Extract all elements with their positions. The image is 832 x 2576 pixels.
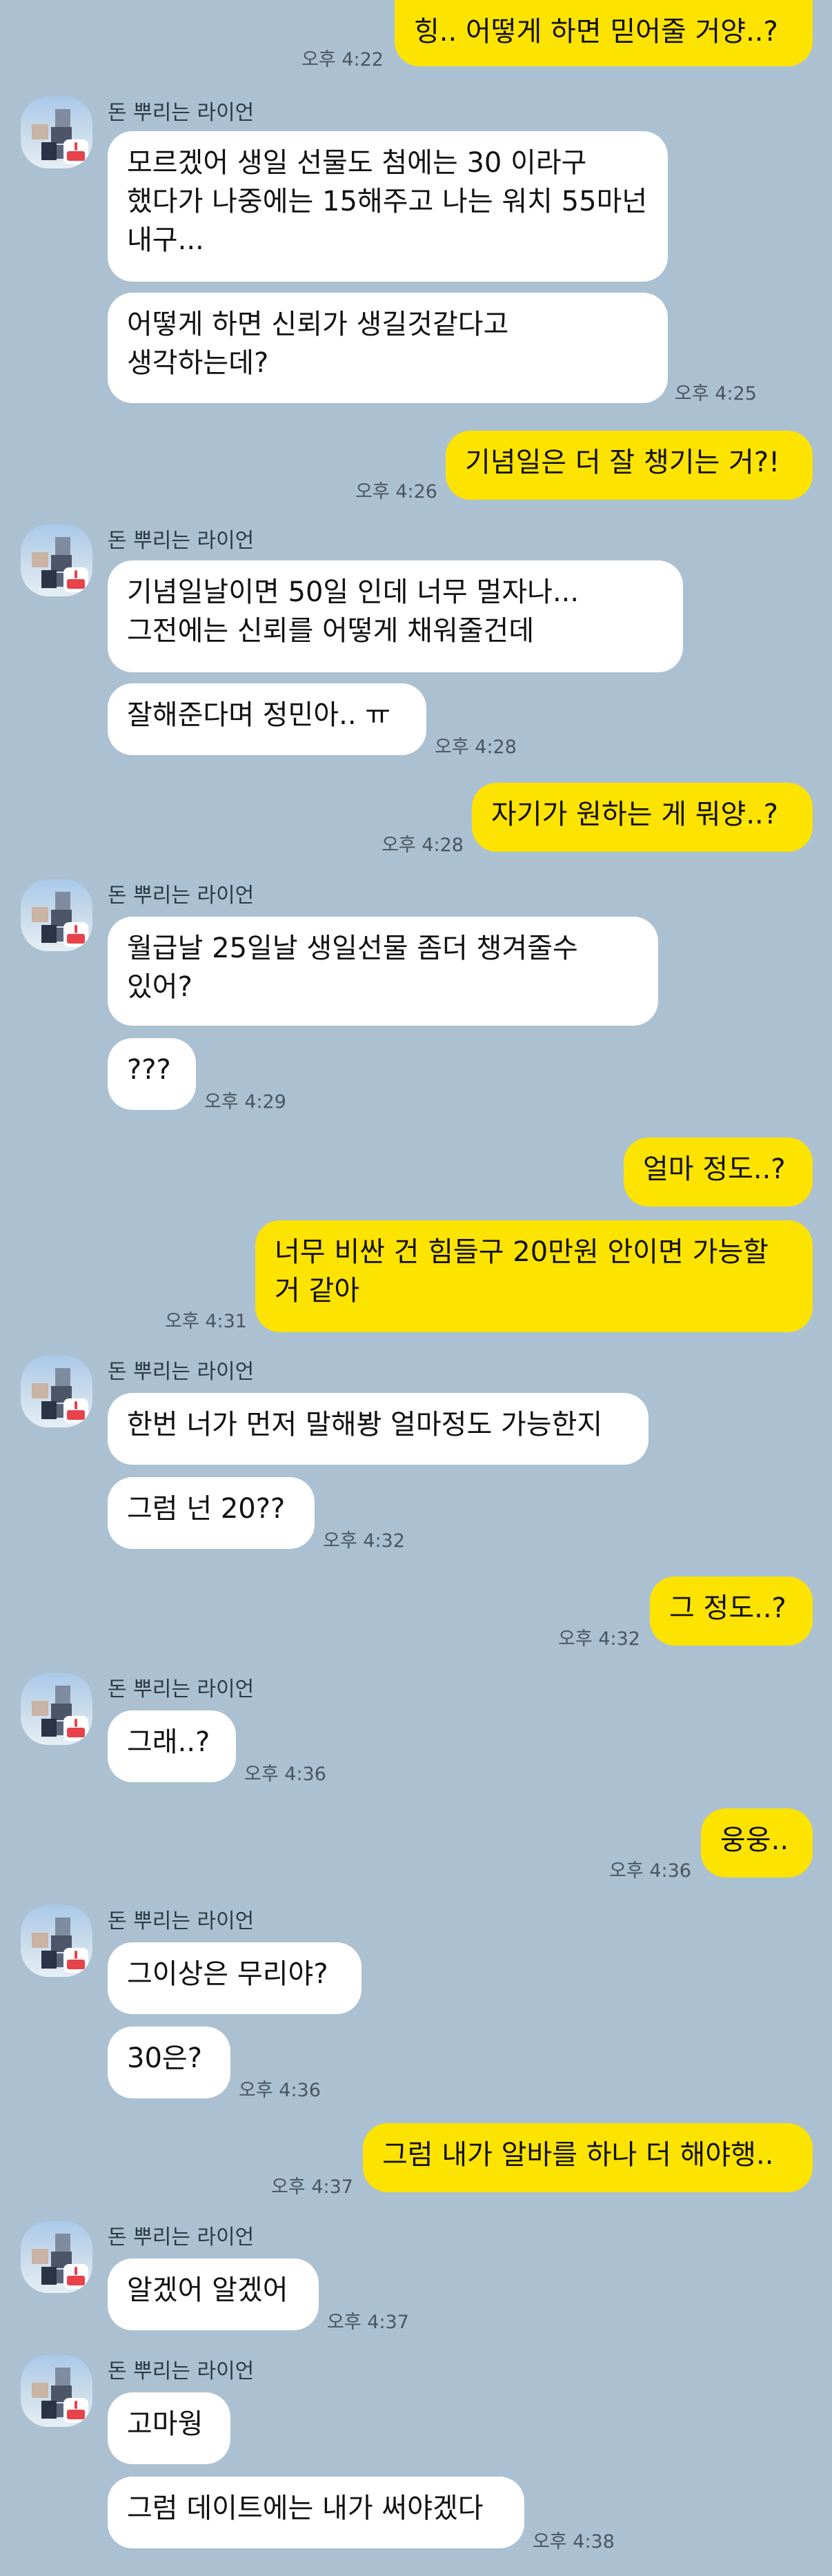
chat-area[interactable]: 힝.. 어떻게 하면 믿어줄 거양..? 오후 4:22 돈 뿌리는 라이언 모… <box>0 0 832 2576</box>
contact-name: 돈 뿌리는 라이언 <box>108 1677 255 1701</box>
message-time: 오후 4:38 <box>533 2531 615 2553</box>
cake-icon <box>63 1948 88 1973</box>
message-time: 오후 4:31 <box>165 1311 247 1332</box>
contact-name: 돈 뿌리는 라이언 <box>108 1360 255 1384</box>
message-time: 오후 4:32 <box>558 1628 640 1650</box>
contact-name: 돈 뿌리는 라이언 <box>108 1909 255 1933</box>
cake-icon <box>63 567 88 592</box>
message-time: 오후 4:28 <box>435 736 517 758</box>
message-time: 오후 4:36 <box>609 1860 691 1882</box>
contact-avatar[interactable] <box>21 97 92 168</box>
contact-avatar[interactable] <box>21 879 92 951</box>
their-message-bubble[interactable]: ??? <box>108 1038 196 1110</box>
contact-avatar[interactable] <box>21 2221 92 2293</box>
contact-name: 돈 뿌리는 라이언 <box>108 2225 255 2250</box>
cake-icon <box>63 1398 88 1423</box>
their-message-bubble[interactable]: 어떻게 하면 신뢰가 생길것같다고 생각하는데? <box>108 293 668 403</box>
my-message-bubble[interactable]: 얼마 정도..? <box>624 1138 813 1207</box>
their-message-bubble[interactable]: 모르겠어 생일 선물도 첨에는 30 이라구 했다가 나중에는 15해주고 나는… <box>108 131 668 282</box>
message-time: 오후 4:25 <box>675 383 757 404</box>
cake-icon <box>63 2264 88 2289</box>
my-message-bubble[interactable]: 너무 비싼 건 힘들구 20만원 안이면 가능할 거 같아 <box>255 1220 813 1332</box>
their-message-bubble[interactable]: 월급날 25일날 생일선물 좀더 챙겨줄수 있어? <box>108 917 658 1026</box>
their-message-bubble[interactable]: 알겠어 알겠어 <box>108 2258 319 2330</box>
their-message-bubble[interactable]: 그이상은 무리야? <box>108 1942 361 2014</box>
message-time: 오후 4:37 <box>271 2176 353 2198</box>
their-message-bubble[interactable]: 잘해준다며 정민아.. ㅠ <box>108 683 426 755</box>
my-message-bubble[interactable]: 그럼 내가 알바를 하나 더 해야행.. <box>363 2123 813 2192</box>
message-time: 오후 4:36 <box>244 1764 326 1785</box>
cake-icon <box>63 922 88 947</box>
message-time: 오후 4:36 <box>239 2080 321 2101</box>
their-message-bubble[interactable]: 30은? <box>108 2027 230 2098</box>
cake-icon <box>63 139 88 164</box>
contact-avatar[interactable] <box>21 1356 92 1427</box>
my-message-bubble[interactable]: 자기가 원하는 게 뭐양..? <box>472 783 813 852</box>
contact-avatar[interactable] <box>21 525 92 596</box>
my-message-bubble[interactable]: 그 정도..? <box>650 1577 813 1646</box>
contact-name: 돈 뿌리는 라이언 <box>108 2359 255 2383</box>
their-message-bubble[interactable]: 그럼 데이트에는 내가 써야겠다 <box>108 2477 524 2548</box>
contact-name: 돈 뿌리는 라이언 <box>108 529 255 553</box>
message-time: 오후 4:29 <box>204 1091 286 1113</box>
cake-icon <box>63 2398 88 2423</box>
their-message-bubble[interactable]: 기념일날이면 50일 인데 너무 멀자나... 그전에는 신뢰를 어떻게 채워줄… <box>108 560 683 672</box>
contact-avatar[interactable] <box>21 1673 92 1745</box>
message-time: 오후 4:28 <box>382 835 464 856</box>
contact-name: 돈 뿌리는 라이언 <box>108 884 255 908</box>
their-message-bubble[interactable]: 그래..? <box>108 1710 236 1782</box>
their-message-bubble[interactable]: 고마웡 <box>108 2392 230 2464</box>
message-time: 오후 4:32 <box>323 1530 405 1552</box>
my-message-bubble[interactable]: 기념일은 더 잘 챙기는 거?! <box>446 431 813 500</box>
my-message-bubble[interactable]: 웅웅.. <box>701 1808 813 1877</box>
message-time: 오후 4:26 <box>355 481 437 502</box>
cake-icon <box>63 1716 88 1741</box>
contact-avatar[interactable] <box>21 2355 92 2427</box>
their-message-bubble[interactable]: 한번 너가 먼저 말해봥 얼마정도 가능한지 <box>108 1393 648 1465</box>
contact-name: 돈 뿌리는 라이언 <box>108 101 255 125</box>
contact-avatar[interactable] <box>21 1905 92 1977</box>
their-message-bubble[interactable]: 그럼 넌 20?? <box>108 1477 315 1549</box>
message-time: 오후 4:37 <box>327 2312 409 2333</box>
my-message-bubble[interactable]: 힝.. 어떻게 하면 믿어줄 거양..? <box>395 0 813 66</box>
message-time: 오후 4:22 <box>301 49 384 70</box>
